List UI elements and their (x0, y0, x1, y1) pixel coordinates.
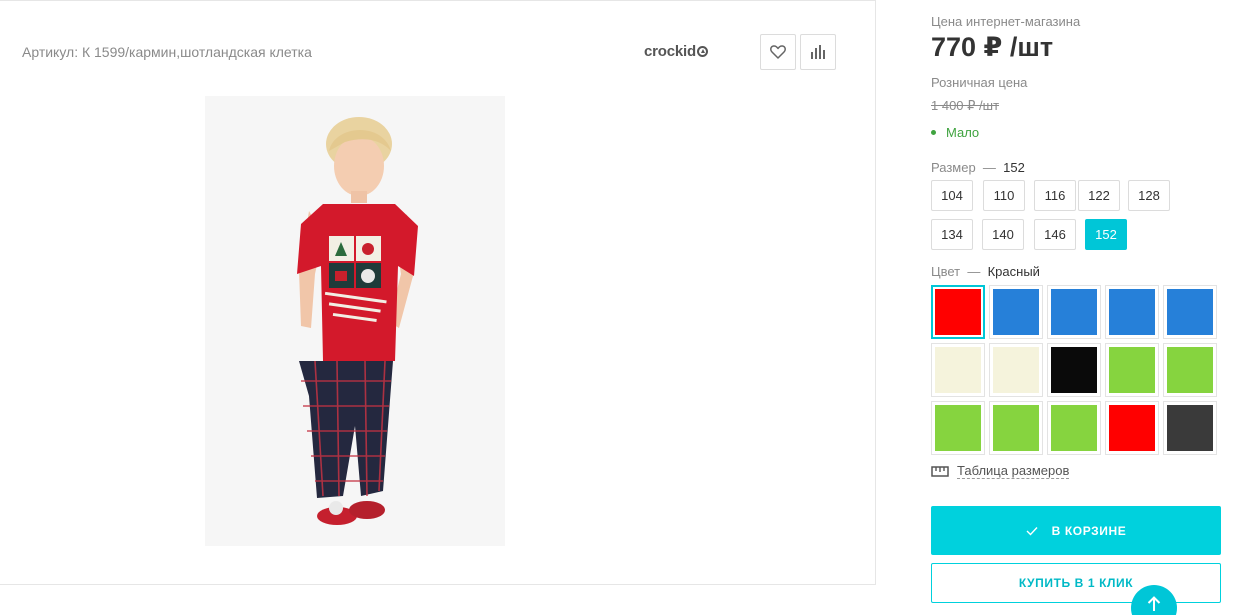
color-swatch-fill (1167, 289, 1213, 335)
color-swatch[interactable] (1163, 285, 1217, 339)
color-swatch-fill (993, 405, 1039, 451)
color-swatch-fill (1109, 289, 1155, 335)
size-heading: Размер — 152 (931, 160, 1025, 175)
color-swatch-fill (993, 347, 1039, 393)
size-option-104[interactable]: 104 (931, 180, 973, 211)
color-swatch-fill (1051, 289, 1097, 335)
buy-one-click-label: КУПИТЬ В 1 КЛИК (1018, 576, 1134, 590)
stock-dot-icon (931, 130, 936, 135)
bar-chart-icon (811, 45, 825, 59)
heart-icon (770, 45, 786, 59)
color-label: Цвет (931, 264, 961, 279)
color-swatch[interactable] (1163, 401, 1217, 455)
color-swatch-fill (935, 405, 981, 451)
in-cart-button[interactable]: В КОРЗИНЕ (931, 506, 1221, 555)
size-option-128[interactable]: 128 (1128, 180, 1170, 211)
brand-logo: crockid (644, 43, 708, 60)
color-swatch[interactable] (1105, 401, 1159, 455)
buy-one-click-button[interactable]: КУПИТЬ В 1 КЛИК (931, 563, 1221, 603)
color-swatch-fill (935, 347, 981, 393)
size-separator: — (982, 160, 996, 175)
color-swatch[interactable] (1105, 285, 1159, 339)
color-swatch[interactable] (989, 285, 1043, 339)
size-option-134[interactable]: 134 (931, 219, 973, 250)
color-swatch-fill (935, 289, 981, 335)
size-option-110[interactable]: 110 (983, 180, 1025, 211)
color-swatch[interactable] (1047, 285, 1101, 339)
color-swatch-fill (1051, 405, 1097, 451)
stock-status: Мало (931, 125, 979, 140)
color-swatch[interactable] (989, 401, 1043, 455)
product-photo-illustration (205, 96, 505, 546)
color-swatch-fill (1167, 347, 1213, 393)
size-label: Размер (931, 160, 976, 175)
check-icon (1026, 526, 1038, 536)
brand-mark-icon (696, 46, 708, 57)
size-table-link[interactable]: Таблица размеров (931, 463, 1070, 479)
color-swatch-fill (1109, 347, 1155, 393)
product-info-panel: Цена интернет-магазина 770 ₽ /шт Розничн… (931, 0, 1231, 615)
arrow-up-icon (1147, 596, 1161, 611)
ruler-icon (931, 465, 949, 477)
add-to-favorites-button[interactable] (760, 34, 796, 70)
color-swatch-fill (1167, 405, 1213, 451)
color-swatch[interactable] (931, 401, 985, 455)
selected-size: 152 (1003, 160, 1025, 175)
in-cart-label: В КОРЗИНЕ (1051, 523, 1127, 538)
online-price: 770 ₽ /шт (931, 32, 1054, 62)
size-option-122[interactable]: 122 (1078, 180, 1120, 211)
add-to-compare-button[interactable] (800, 34, 836, 70)
size-table-label: Таблица размеров (957, 463, 1070, 479)
retail-price-label: Розничная цена (931, 75, 1028, 90)
color-swatch[interactable] (931, 343, 985, 397)
color-heading: Цвет — Красный (931, 264, 1040, 279)
color-swatch-fill (993, 289, 1039, 335)
color-swatch-fill (1051, 347, 1097, 393)
size-option-152[interactable]: 152 (1085, 219, 1127, 250)
product-sku: Артикул: К 1599/кармин,шотландская клетк… (22, 44, 312, 60)
color-swatch[interactable] (931, 285, 985, 339)
online-price-label: Цена интернет-магазина (931, 14, 1081, 29)
color-swatch[interactable] (1047, 343, 1101, 397)
color-swatch-fill (1109, 405, 1155, 451)
selected-color: Красный (987, 264, 1040, 279)
product-photo[interactable] (205, 96, 505, 546)
color-separator: — (967, 264, 981, 279)
size-option-146[interactable]: 146 (1034, 219, 1076, 250)
size-option-116[interactable]: 116 (1034, 180, 1076, 211)
stock-status-text: Мало (946, 125, 980, 140)
brand-name: crockid (644, 43, 696, 60)
color-swatch[interactable] (1047, 401, 1101, 455)
product-gallery-panel: Артикул: К 1599/кармин,шотландская клетк… (0, 0, 876, 585)
color-swatch[interactable] (1105, 343, 1159, 397)
color-swatch[interactable] (1163, 343, 1217, 397)
retail-price: 1 400 ₽ /шт (931, 98, 1000, 113)
color-swatch[interactable] (989, 343, 1043, 397)
size-option-140[interactable]: 140 (982, 219, 1024, 250)
